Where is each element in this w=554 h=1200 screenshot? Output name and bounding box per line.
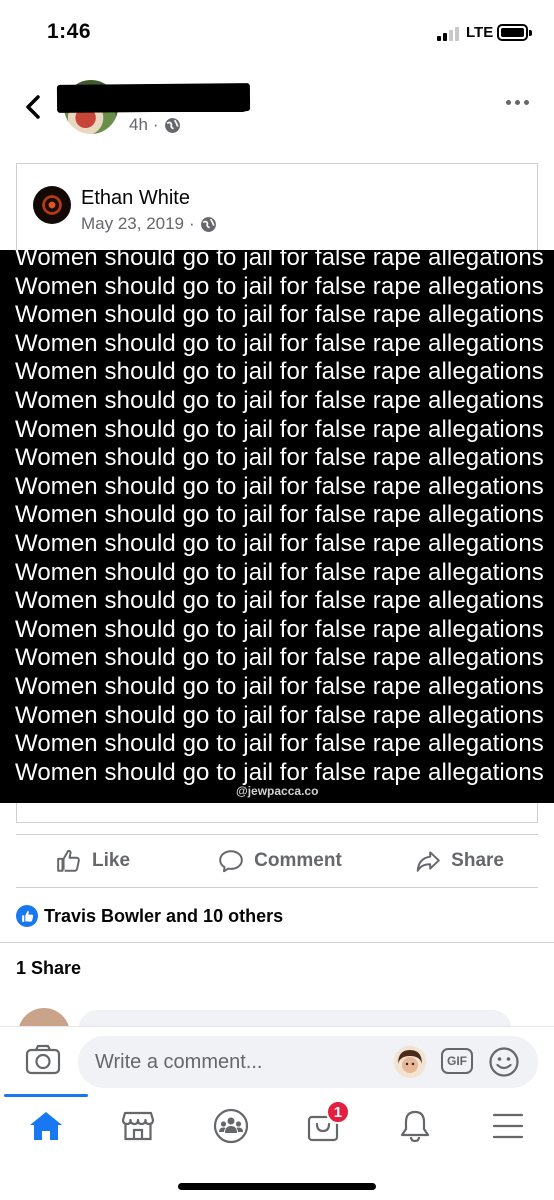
image-text-line: Women should go to jail for false rape a…	[15, 444, 544, 472]
like-button[interactable]: Like	[16, 835, 205, 887]
post-time: 4h	[129, 115, 148, 134]
share-button[interactable]: Share	[355, 835, 538, 887]
section-divider	[0, 942, 554, 943]
image-text-line: Women should go to jail for false rape a…	[15, 250, 544, 271]
marketplace-icon	[122, 1111, 155, 1141]
action-bar: Like Comment Share	[16, 834, 538, 888]
tab-menu[interactable]	[462, 1096, 554, 1156]
notification-badge: 1	[325, 1100, 350, 1124]
image-text-line: Women should go to jail for false rape a…	[15, 644, 544, 672]
comment-composer: Write a comment... GIF	[0, 1026, 554, 1096]
original-author-name[interactable]: Ethan White	[81, 187, 190, 210]
globe-icon	[200, 216, 216, 232]
image-text-line: Women should go to jail for false rape a…	[15, 272, 544, 300]
post-header: 4h ·	[0, 70, 554, 150]
image-text-line: Women should go to jail for false rape a…	[15, 587, 544, 615]
emoji-button[interactable]	[488, 1046, 520, 1078]
home-icon	[30, 1112, 63, 1140]
tab-shop[interactable]: 1	[277, 1096, 369, 1156]
image-text-line: Women should go to jail for false rape a…	[15, 558, 544, 586]
reaction-text: Travis Bowler and 10 others	[44, 905, 284, 926]
tab-groups[interactable]	[185, 1096, 277, 1156]
status-bar: 1:46 LTE	[0, 0, 554, 66]
image-watermark: @jewpacca.co	[236, 784, 319, 798]
camera-icon	[25, 1044, 61, 1075]
image-text-line: Women should go to jail for false rape a…	[15, 530, 544, 557]
camera-button[interactable]	[24, 1041, 62, 1079]
chevron-left-icon	[26, 95, 40, 119]
home-indicator[interactable]	[178, 1183, 376, 1190]
comment-button[interactable]: Comment	[205, 835, 354, 887]
groups-icon	[213, 1108, 248, 1144]
smiley-icon	[489, 1047, 519, 1077]
like-reaction-icon	[16, 905, 38, 927]
image-text-line: Women should go to jail for false rape a…	[15, 758, 544, 786]
meta-separator: ·	[152, 115, 159, 134]
status-time: 1:46	[47, 20, 92, 43]
original-post-date[interactable]: May 23, 2019 ·	[81, 214, 217, 234]
battery-icon	[497, 24, 532, 41]
bottom-tab-bar: 1	[0, 1094, 554, 1156]
image-text-line: Women should go to jail for false rape a…	[15, 387, 544, 414]
original-date-text: May 23, 2019	[81, 214, 185, 233]
bell-icon	[401, 1110, 430, 1143]
image-text-line: Women should go to jail for false rape a…	[15, 329, 544, 357]
shared-card-bottom	[16, 803, 538, 823]
redaction-mark	[110, 94, 250, 112]
back-button[interactable]	[18, 90, 48, 124]
comment-input[interactable]: Write a comment... GIF	[78, 1036, 538, 1088]
tab-notifications[interactable]	[369, 1096, 461, 1156]
image-text-line: Women should go to jail for false rape a…	[15, 472, 544, 500]
image-text-line: Women should go to jail for false rape a…	[15, 301, 544, 329]
original-author-avatar[interactable]	[33, 186, 71, 224]
avatar-sticker-button[interactable]	[394, 1046, 426, 1078]
reaction-summary[interactable]: Travis Bowler and 10 others	[16, 902, 283, 930]
image-text-line: Women should go to jail for false rape a…	[15, 501, 544, 529]
tab-marketplace[interactable]	[92, 1096, 184, 1156]
thumbs-up-icon	[57, 849, 80, 872]
image-text-line: Women should go to jail for false rape a…	[15, 730, 544, 758]
image-text-line: Women should go to jail for false rape a…	[15, 673, 544, 700]
globe-icon	[164, 117, 180, 133]
comment-icon	[219, 850, 243, 873]
network-label: LTE	[466, 24, 494, 41]
avatar-face-icon	[394, 1046, 426, 1078]
signal-icon	[437, 27, 459, 41]
post-image[interactable]: Women should go to jail for false rape a…	[0, 250, 554, 803]
more-options-button[interactable]	[506, 100, 529, 105]
image-text-line: Women should go to jail for false rape a…	[15, 701, 544, 729]
hamburger-menu-icon	[492, 1113, 523, 1139]
comment-label: Comment	[254, 850, 342, 871]
gif-button[interactable]: GIF	[441, 1048, 473, 1074]
tab-home[interactable]	[0, 1094, 92, 1156]
image-text-line: Women should go to jail for false rape a…	[15, 615, 544, 643]
meta-separator: ·	[189, 214, 195, 233]
share-count[interactable]: 1 Share	[16, 958, 81, 979]
image-text-line: Women should go to jail for false rape a…	[15, 415, 544, 443]
image-text-line: Women should go to jail for false rape a…	[15, 358, 544, 386]
comment-placeholder: Write a comment...	[95, 1051, 263, 1073]
post-timestamp[interactable]: 4h ·	[129, 115, 181, 135]
share-arrow-icon	[416, 851, 440, 872]
like-label: Like	[92, 850, 131, 871]
share-label: Share	[451, 850, 504, 871]
